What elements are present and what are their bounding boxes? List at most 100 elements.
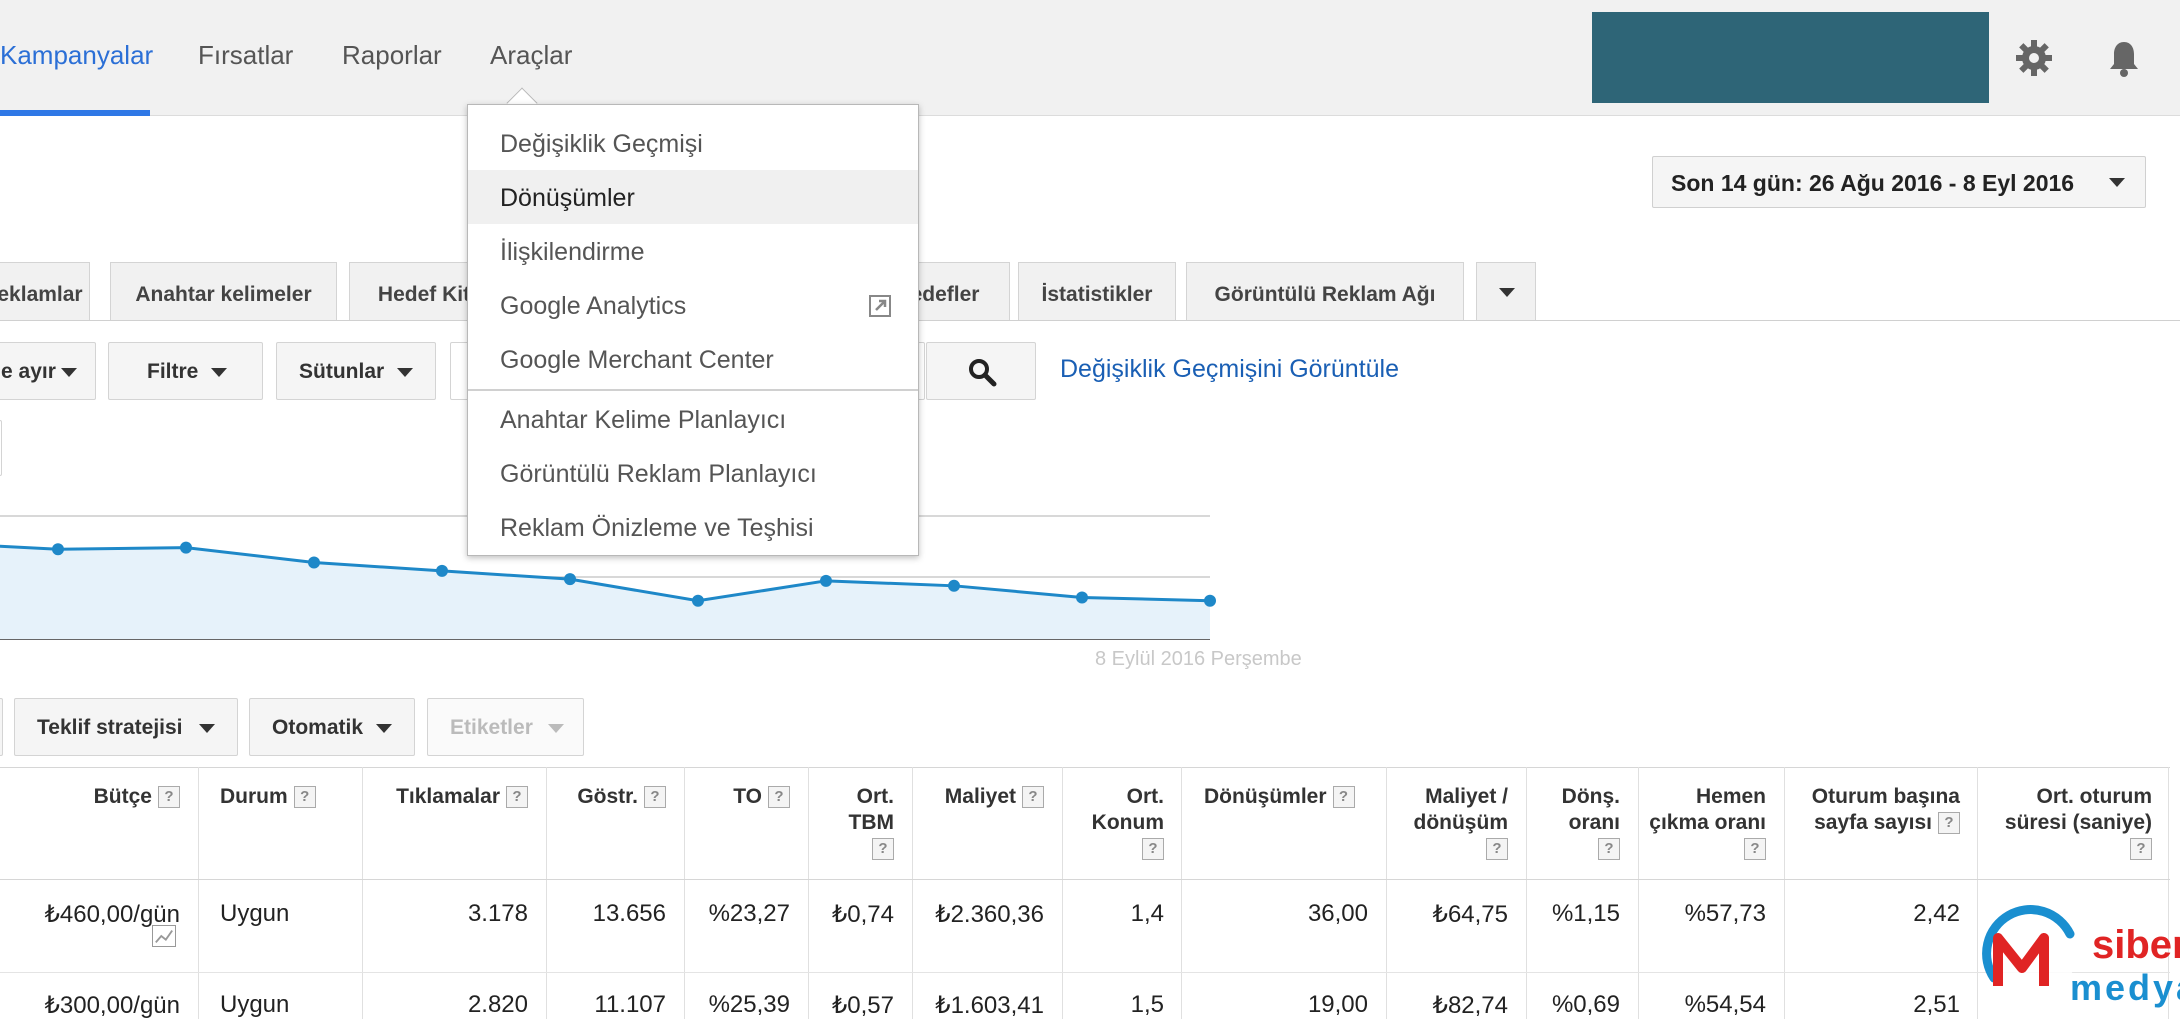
siber-medya-logo: siber medya bbox=[1982, 905, 2180, 1008]
header-impressions[interactable]: Göstr.? bbox=[550, 784, 666, 810]
menu-divider bbox=[468, 389, 918, 391]
logo-text-medya: medya bbox=[2070, 967, 2180, 1008]
help-icon[interactable]: ? bbox=[1022, 786, 1044, 809]
header-budget[interactable]: Bütçe? bbox=[20, 784, 180, 810]
cell-conversions: 19,00 bbox=[1307, 991, 1368, 1018]
header-cost-per-conversion[interactable]: Maliyet / dönüşüm? bbox=[1390, 784, 1508, 862]
chevron-down-icon bbox=[61, 368, 77, 377]
nav-tab-opportunities[interactable]: Fırsatlar bbox=[198, 40, 293, 71]
chart-data-point[interactable] bbox=[1076, 591, 1088, 604]
chart-data-point[interactable] bbox=[948, 579, 960, 592]
cell-conversions: 36,00 bbox=[1307, 900, 1368, 927]
bulk-edit-edge[interactable] bbox=[0, 698, 3, 756]
help-icon[interactable]: ? bbox=[1486, 838, 1508, 861]
cell-bounce-rate: %57,73 bbox=[1684, 900, 1766, 927]
view-change-history-link[interactable]: Değişiklik Geçmişini Görüntüle bbox=[1060, 355, 1399, 384]
header-avg-session-duration[interactable]: Ort. oturum süresi (saniye)? bbox=[1982, 784, 2152, 862]
trend-chart-icon[interactable] bbox=[152, 925, 176, 947]
column-separator bbox=[1386, 767, 1387, 1019]
column-separator bbox=[1526, 767, 1527, 1019]
subtab-display-network[interactable]: Görüntülü Reklam Ağı bbox=[1186, 262, 1464, 321]
cell-budget[interactable]: ₺300,00/gün bbox=[20, 991, 180, 1019]
chart-data-point[interactable] bbox=[1204, 594, 1216, 607]
help-icon[interactable]: ? bbox=[1142, 838, 1164, 861]
chart-data-point[interactable] bbox=[820, 574, 832, 587]
chart-data-point[interactable] bbox=[436, 564, 448, 577]
cell-avg-position: 1,5 bbox=[1130, 991, 1164, 1018]
menu-item-merchant-center[interactable]: Google Merchant Center bbox=[468, 332, 918, 386]
subtab-more-button[interactable] bbox=[1476, 262, 1536, 321]
search-button[interactable] bbox=[926, 342, 1036, 400]
chart-data-point[interactable] bbox=[180, 541, 192, 554]
help-icon[interactable]: ? bbox=[158, 786, 180, 809]
labels-button[interactable]: Etiketler bbox=[427, 698, 584, 756]
chart-options-edge[interactable] bbox=[0, 420, 2, 476]
help-icon[interactable]: ? bbox=[1332, 786, 1355, 809]
columns-button[interactable]: Sütunlar bbox=[276, 342, 436, 400]
date-range-selector[interactable]: Son 14 gün: 26 Ağu 2016 - 8 Eyl 2016 bbox=[1652, 156, 2146, 208]
chart-data-point[interactable] bbox=[692, 594, 704, 607]
tools-dropdown-menu: Değişiklik Geçmişi Dönüşümler İlişkilend… bbox=[467, 104, 919, 556]
menu-item-display-planner[interactable]: Görüntülü Reklam Planlayıcı bbox=[468, 446, 918, 500]
menu-item-conversions[interactable]: Dönüşümler bbox=[468, 170, 918, 224]
chevron-down-icon bbox=[199, 724, 215, 733]
help-icon[interactable]: ? bbox=[1938, 812, 1960, 835]
cell-ctr: %25,39 bbox=[708, 991, 790, 1018]
account-info-redacted[interactable] bbox=[1592, 12, 1989, 103]
header-cost[interactable]: Maliyet? bbox=[918, 784, 1044, 810]
menu-item-attribution[interactable]: İlişkilendirme bbox=[468, 224, 918, 278]
menu-item-ad-preview[interactable]: Reklam Önizleme ve Teşhisi bbox=[468, 500, 918, 554]
header-avg-cpc[interactable]: Ort. TBM? bbox=[812, 784, 894, 862]
column-separator bbox=[1784, 767, 1785, 1019]
header-conversion-rate[interactable]: Dönş. oranı? bbox=[1530, 784, 1620, 862]
header-pages-per-session[interactable]: Oturum başına sayfa sayısı? bbox=[1790, 784, 1960, 836]
help-icon[interactable]: ? bbox=[768, 786, 790, 809]
filter-button[interactable]: Filtre bbox=[108, 342, 263, 400]
bell-icon[interactable] bbox=[2104, 38, 2144, 78]
cell-pages-per-session: 2,42 bbox=[1913, 900, 1960, 927]
menu-item-change-history[interactable]: Değişiklik Geçmişi bbox=[468, 116, 918, 170]
active-tab-indicator bbox=[0, 110, 150, 116]
cell-status: Uygun bbox=[220, 900, 290, 927]
cell-cost-per-conversion: ₺64,75 bbox=[1432, 901, 1508, 928]
cell-clicks: 3.178 bbox=[467, 900, 528, 927]
header-clicks[interactable]: Tıklamalar? bbox=[368, 784, 528, 810]
cell-ctr: %23,27 bbox=[708, 900, 790, 927]
menu-item-keyword-planner[interactable]: Anahtar Kelime Planlayıcı bbox=[468, 392, 918, 446]
nav-tab-reports[interactable]: Raporlar bbox=[342, 40, 442, 71]
automate-button[interactable]: Otomatik bbox=[249, 698, 415, 756]
subtab-keywords[interactable]: Anahtar kelimeler bbox=[110, 262, 337, 321]
help-icon[interactable]: ? bbox=[644, 786, 666, 809]
header-ctr[interactable]: TO? bbox=[690, 784, 790, 810]
nav-tab-tools[interactable]: Araçlar bbox=[490, 40, 572, 71]
nav-tab-campaigns[interactable]: Kampanyalar bbox=[0, 40, 153, 71]
help-icon[interactable]: ? bbox=[506, 786, 528, 809]
subtabs-baseline bbox=[0, 320, 2180, 321]
chart-data-point[interactable] bbox=[564, 573, 576, 586]
help-icon[interactable]: ? bbox=[1598, 838, 1620, 861]
help-icon[interactable]: ? bbox=[2130, 838, 2152, 861]
column-separator bbox=[546, 767, 547, 1019]
gear-icon[interactable] bbox=[2014, 38, 2054, 78]
header-status[interactable]: Durum? bbox=[220, 784, 360, 810]
subtab-statistics[interactable]: İstatistikler bbox=[1018, 262, 1176, 321]
menu-item-google-analytics[interactable]: Google Analytics bbox=[468, 278, 918, 332]
table-header-border bbox=[0, 879, 2170, 880]
bid-strategy-button[interactable]: Teklif stratejisi bbox=[14, 698, 238, 756]
cell-avg-cpc: ₺0,74 bbox=[832, 901, 894, 928]
subtab-ads[interactable]: eklamlar bbox=[0, 262, 90, 321]
segment-button[interactable]: e ayır bbox=[0, 342, 96, 400]
header-avg-position[interactable]: Ort. Konum? bbox=[1066, 784, 1164, 862]
chevron-down-icon bbox=[2109, 178, 2125, 187]
column-separator bbox=[362, 767, 363, 1019]
help-icon[interactable]: ? bbox=[1744, 838, 1766, 861]
chevron-down-icon bbox=[548, 724, 564, 733]
chart-data-point[interactable] bbox=[308, 556, 320, 569]
header-bounce-rate[interactable]: Hemen çıkma oranı? bbox=[1642, 784, 1766, 862]
help-icon[interactable]: ? bbox=[872, 838, 894, 861]
chart-data-point[interactable] bbox=[52, 543, 64, 556]
column-separator bbox=[1062, 767, 1063, 1019]
header-conversions[interactable]: Dönüşümler? bbox=[1204, 784, 1384, 810]
column-separator bbox=[684, 767, 685, 1019]
help-icon[interactable]: ? bbox=[293, 786, 316, 809]
